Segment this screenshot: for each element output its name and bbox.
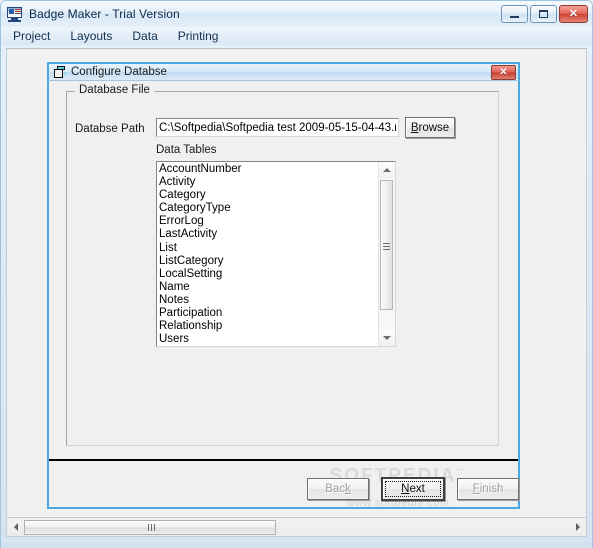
menubar: Project Layouts Data Printing	[1, 27, 592, 45]
configure-database-dialog: Configure Databse ✕ Database File Databs…	[47, 62, 520, 509]
minimize-button[interactable]	[501, 5, 528, 23]
menu-item-printing[interactable]: Printing	[176, 28, 228, 45]
database-path-label: Databse Path	[75, 123, 145, 135]
scroll-right-arrow-icon	[575, 523, 580, 531]
database-path-input[interactable]	[156, 118, 399, 137]
menu-item-data[interactable]: Data	[130, 28, 166, 45]
list-item[interactable]: Participation	[159, 307, 378, 320]
dialog-titlebar[interactable]: Configure Databse ✕	[47, 62, 520, 81]
badge-maker-app-icon	[6, 6, 24, 22]
dialog-close-icon: ✕	[499, 67, 508, 78]
dialog-body: Database File Databse Path Browse Data T…	[49, 81, 519, 509]
horizontal-scrollbar-grip-icon	[147, 523, 149, 531]
focus-rectangle	[385, 481, 441, 497]
browse-button-label: Browse	[410, 121, 450, 134]
menu-item-layouts[interactable]: Layouts	[68, 28, 121, 45]
listbox-vertical-scrollbar[interactable]	[378, 162, 395, 346]
scrollbar-grip-icon	[383, 243, 390, 244]
back-button-label: Back	[325, 483, 351, 495]
window-titlebar[interactable]: Badge Maker - Trial Version ✕	[1, 1, 592, 27]
list-item[interactable]: ListCategory	[159, 255, 378, 268]
finish-button[interactable]: Finish	[457, 478, 519, 500]
data-tables-label: Data Tables	[156, 144, 217, 156]
back-button[interactable]: Back	[307, 478, 369, 500]
database-file-groupbox: Database File Databse Path Browse Data T…	[66, 84, 499, 446]
data-tables-listbox[interactable]: AccountNumber Activity Category Category…	[156, 161, 396, 347]
list-item[interactable]: ErrorLog	[159, 215, 378, 228]
window-bottom-edge	[0, 540, 593, 548]
finish-button-label: Finish	[472, 483, 504, 495]
next-button[interactable]: Next	[381, 477, 445, 501]
scroll-left-arrow-icon	[13, 523, 18, 531]
scroll-down-button[interactable]	[379, 330, 395, 346]
scroll-right-button[interactable]	[569, 519, 586, 536]
list-item[interactable]: LocalSetting	[159, 268, 378, 281]
mdi-client-area: Configure Databse ✕ Database File Databs…	[6, 48, 587, 518]
scrollbar-thumb[interactable]	[380, 180, 393, 310]
list-item[interactable]: Users	[159, 333, 378, 346]
list-item[interactable]: Notes	[159, 294, 378, 307]
window-controls: ✕	[501, 5, 588, 23]
list-item[interactable]: Relationship	[159, 320, 378, 333]
menu-item-project[interactable]: Project	[11, 28, 59, 45]
horizontal-scrollbar-track[interactable]	[24, 519, 569, 536]
maximize-button[interactable]	[530, 5, 557, 23]
list-item[interactable]: Name	[159, 281, 378, 294]
scroll-up-arrow-icon	[383, 168, 391, 172]
scroll-up-button[interactable]	[379, 162, 395, 178]
maximize-icon	[539, 10, 548, 18]
list-item[interactable]: List	[159, 242, 378, 255]
dialog-separator	[49, 459, 518, 461]
application-window: Badge Maker - Trial Version ✕ Project La…	[0, 0, 593, 548]
database-window-icon	[54, 65, 68, 79]
horizontal-scrollbar-thumb[interactable]	[24, 519, 276, 535]
scrollbar-track[interactable]	[379, 178, 395, 330]
list-item[interactable]: CategoryType	[159, 202, 378, 215]
dialog-title: Configure Databse	[71, 66, 167, 78]
groupbox-legend: Database File	[75, 84, 154, 96]
list-item[interactable]: Activity	[159, 176, 378, 189]
horizontal-scrollbar[interactable]	[6, 518, 587, 537]
list-item[interactable]: AccountNumber	[159, 163, 378, 176]
scroll-down-arrow-icon	[383, 336, 391, 340]
list-item[interactable]: Category	[159, 189, 378, 202]
data-tables-list: AccountNumber Activity Category Category…	[157, 162, 378, 346]
window-title: Badge Maker - Trial Version	[29, 7, 180, 21]
list-item[interactable]: LastActivity	[159, 228, 378, 241]
browse-button[interactable]: Browse	[405, 117, 455, 138]
close-button[interactable]: ✕	[559, 5, 588, 23]
close-icon: ✕	[568, 7, 579, 20]
minimize-icon	[510, 15, 519, 18]
scroll-left-button[interactable]	[7, 519, 24, 536]
dialog-close-button[interactable]: ✕	[491, 65, 516, 80]
